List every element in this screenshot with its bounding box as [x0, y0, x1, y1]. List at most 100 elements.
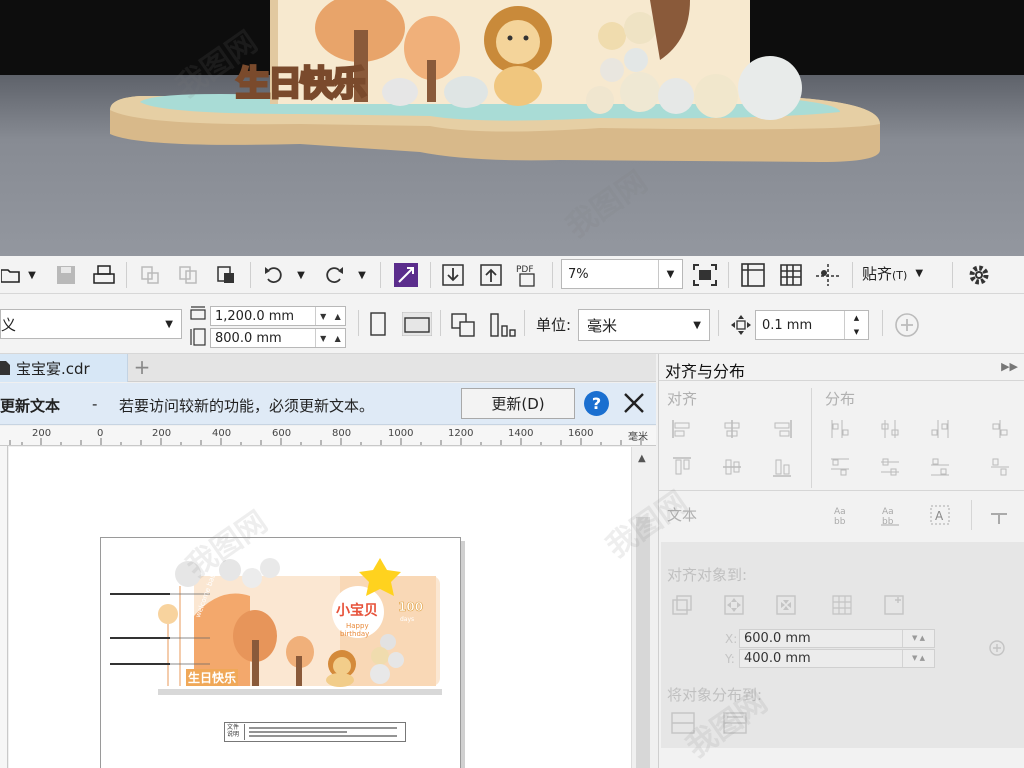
vertical-ruler[interactable] [0, 446, 8, 768]
export-icon[interactable] [478, 261, 504, 289]
align-center-vertical-icon[interactable] [721, 456, 743, 478]
scroll-up-icon[interactable]: ▲ [638, 453, 646, 464]
y-spinner-icon[interactable]: ▼ ▲ [902, 650, 934, 667]
page-preset-value: 义 [1, 315, 17, 334]
distribute-top-icon[interactable] [829, 456, 851, 478]
ruler-label: 1000 [388, 428, 414, 439]
align-x-field[interactable]: 600.0 mm ▼ ▲ [739, 629, 935, 648]
file-info-box[interactable]: 文件说明 [224, 722, 406, 742]
align-bottom-icon[interactable] [771, 456, 793, 478]
height-spinner-icon[interactable]: ▼ ▲ [315, 329, 345, 347]
horizontal-ruler[interactable]: 200 0 200 400 600 800 1000 1200 1400 160… [0, 426, 656, 446]
text-section-label: 文本 [667, 506, 698, 524]
portrait-orientation-icon[interactable] [370, 312, 386, 340]
align-to-page-center-icon[interactable] [775, 594, 797, 616]
page-width-field[interactable]: 1,200.0 mm ▼ ▲ [210, 306, 346, 326]
nudge-distance-field[interactable]: 0.1 mm ▲ ▼ [755, 310, 869, 340]
paste-icon[interactable] [214, 261, 238, 289]
text-last-baseline-icon[interactable]: Aa bb [879, 504, 901, 526]
preset-dropdown-icon[interactable]: ▼ [165, 319, 173, 330]
distribute-left-icon[interactable] [829, 418, 851, 440]
artwork-banner-text: 生日快乐 [186, 669, 239, 686]
units-select[interactable]: 毫米 ▼ [578, 309, 710, 341]
distribute-middle-icon[interactable] [879, 456, 901, 478]
vertical-scrollbar[interactable]: ▲ [631, 447, 656, 768]
undo-icon[interactable] [260, 261, 288, 289]
distribute-spacing-horizontal-icon[interactable] [929, 418, 951, 440]
align-to-label: 对齐对象到: [667, 566, 748, 584]
options-gear-icon[interactable] [964, 261, 994, 289]
width-icon [190, 306, 206, 324]
artwork-illustration [110, 558, 442, 695]
svg-text:A: A [935, 509, 944, 523]
distribute-to-page-icon[interactable] [723, 712, 747, 734]
ruler-label: 0 [97, 428, 104, 439]
import-icon[interactable] [440, 261, 466, 289]
ruler-label: 1200 [448, 428, 474, 439]
text-bounding-box-icon[interactable]: A [929, 504, 951, 526]
landscape-orientation-icon[interactable] [401, 311, 433, 340]
distribute-right-icon[interactable] [989, 418, 1011, 440]
show-grid-icon[interactable] [776, 261, 806, 289]
text-outline-icon[interactable] [987, 504, 1009, 526]
align-y-field[interactable]: 400.0 mm ▼ ▲ [739, 649, 935, 668]
full-screen-icon[interactable] [690, 261, 720, 289]
document-file-icon [0, 361, 10, 375]
page-height-field[interactable]: 800.0 mm ▼ ▲ [210, 328, 346, 348]
search-content-icon[interactable] [392, 261, 420, 289]
align-top-icon[interactable] [671, 456, 693, 478]
distribute-to-selection-icon[interactable] [671, 712, 695, 734]
units-dropdown-icon[interactable]: ▼ [693, 320, 701, 331]
render-preview: 生日快乐 [0, 0, 1024, 256]
x-spinner-icon[interactable]: ▼ ▲ [902, 630, 934, 647]
current-page-icon[interactable] [490, 312, 516, 342]
show-rulers-icon[interactable] [738, 261, 768, 289]
align-center-horizontal-icon[interactable] [721, 418, 743, 440]
snap-to-menu[interactable]: 贴齐(T) ▼ [862, 263, 923, 284]
page-preset-select[interactable]: 义 ▼ [0, 309, 182, 339]
width-spinner-icon[interactable]: ▼ ▲ [315, 307, 345, 325]
update-notification-bar: 更新文本 - 若要访问较新的功能，必须更新文本。 更新(D) ? [0, 383, 656, 425]
nudge-spinner-icon[interactable]: ▲ ▼ [844, 311, 868, 339]
save-icon[interactable] [54, 261, 78, 289]
design-artwork[interactable]: 小宝贝 Happy birthday 100 days welcome baby… [110, 556, 444, 696]
print-icon[interactable] [92, 261, 116, 289]
update-text-button[interactable]: 更新(D) [461, 388, 575, 419]
render-banner-text: 生日快乐 [235, 63, 368, 106]
text-first-baseline-icon[interactable]: Aa bb [831, 504, 853, 526]
align-right-icon[interactable] [771, 418, 793, 440]
new-document-tab-button[interactable]: + [130, 356, 154, 380]
copy-icon[interactable] [176, 261, 200, 289]
zoom-dropdown-icon[interactable]: ▼ [658, 260, 682, 288]
align-to-grid-icon[interactable] [831, 594, 853, 616]
scrollbar-thumb[interactable] [636, 517, 650, 768]
add-page-plus-icon[interactable] [894, 312, 920, 342]
render-scene-illustration [110, 0, 880, 162]
undo-dropdown-icon[interactable]: ▼ [294, 261, 308, 289]
align-to-page-edge-icon[interactable] [723, 594, 745, 616]
docker-title: 对齐与分布 [665, 362, 746, 381]
distribute-spacing-vertical-icon[interactable] [989, 456, 1011, 478]
redo-dropdown-icon[interactable]: ▼ [355, 261, 369, 289]
cut-icon[interactable] [138, 261, 162, 289]
docker-expand-icon[interactable]: ▶▶ [1001, 360, 1018, 373]
open-folder-icon[interactable] [0, 261, 22, 289]
help-icon[interactable]: ? [584, 391, 609, 416]
publish-pdf-icon[interactable]: PDF [514, 261, 542, 289]
redo-icon[interactable] [320, 261, 348, 289]
align-to-specified-point-icon[interactable] [883, 594, 905, 616]
pick-point-plus-icon[interactable] [987, 638, 1007, 662]
close-notification-icon[interactable] [619, 388, 649, 418]
distribute-center-icon[interactable] [879, 418, 901, 440]
distribute-bottom-icon[interactable] [929, 456, 951, 478]
artwork-badge-title: 小宝贝 [336, 603, 378, 619]
align-left-icon[interactable] [671, 418, 693, 440]
show-guidelines-icon[interactable] [812, 261, 844, 289]
open-dropdown-icon[interactable]: ▼ [25, 261, 39, 289]
ruler-label: 400 [212, 428, 232, 439]
zoom-level-field[interactable]: 7% ▼ [561, 259, 683, 289]
all-pages-icon[interactable] [450, 312, 478, 342]
document-tab[interactable]: 宝宝宴.cdr [0, 354, 128, 382]
align-to-active-objects-icon[interactable] [671, 594, 693, 616]
snap-dropdown-icon[interactable]: ▼ [915, 268, 923, 279]
